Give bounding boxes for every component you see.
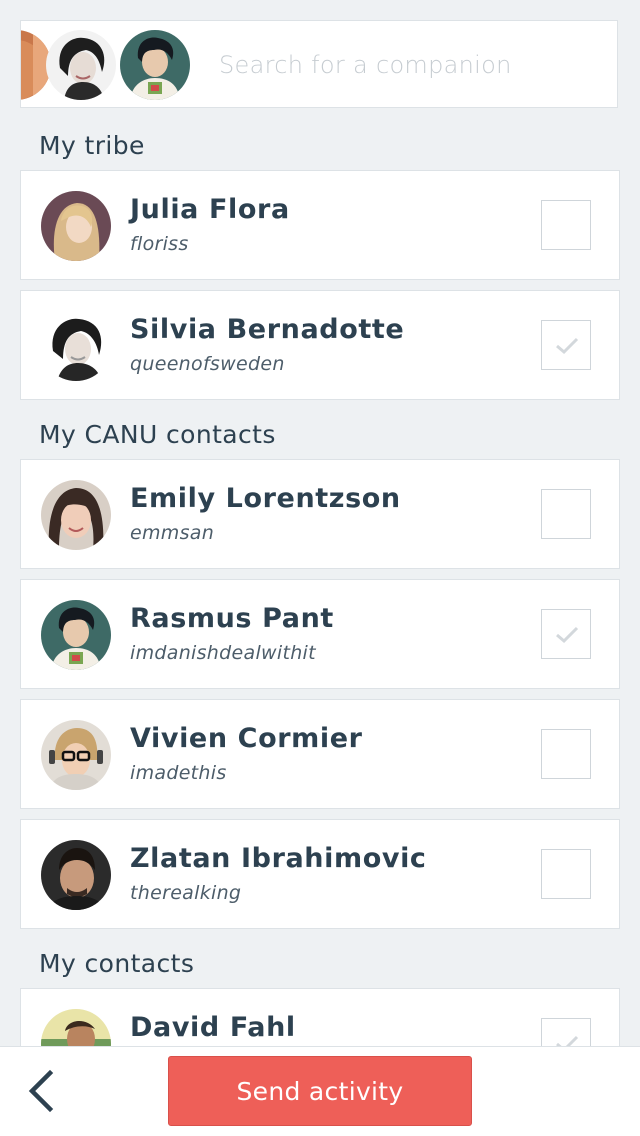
bottom-action-bar: Send activity [0,1046,640,1136]
contact-name: Zlatan Ibrahimovic [130,843,427,874]
contact-card[interactable]: Zlatan Ibrahimovic therealking [20,819,620,929]
chevron-left-icon [28,1069,54,1113]
checkmark-icon [556,337,579,355]
section-title-my-tribe: My tribe [39,131,145,160]
section-title-my-canu-contacts: My CANU contacts [39,420,276,449]
avatar [41,840,111,910]
section-title-my-contacts: My contacts [39,949,195,978]
contact-card[interactable]: Rasmus Pant imdanishdealwithit [20,579,620,689]
select-checkbox[interactable] [541,849,591,899]
select-checkbox[interactable] [541,320,591,370]
avatar [41,480,111,550]
select-checkbox[interactable] [541,609,591,659]
back-button[interactable] [22,1069,66,1113]
contact-card[interactable]: Silvia Bernadotte queenofsweden [20,290,620,400]
companion-search-bar[interactable]: Search for a companion [20,20,618,108]
contact-handle: therealking [130,882,242,904]
search-input[interactable]: Search for a companion [219,51,512,79]
select-checkbox[interactable] [541,200,591,250]
selected-companion-avatar[interactable] [120,30,190,100]
contact-name: Emily Lorentzson [130,483,401,514]
contact-name: David Fahl [130,1012,296,1043]
contact-handle: imadethis [130,762,227,784]
avatar [41,191,111,261]
contact-handle: floriss [130,233,189,255]
checkmark-icon [556,626,579,644]
contact-card[interactable]: Vivien Cormier imadethis [20,699,620,809]
avatar [41,720,111,790]
selected-companion-avatar[interactable] [46,30,116,100]
contact-name: Silvia Bernadotte [130,314,405,345]
select-checkbox[interactable] [541,489,591,539]
contact-handle: emmsan [130,522,215,544]
contact-name: Vivien Cormier [130,723,363,754]
contact-card[interactable]: Julia Flora floriss [20,170,620,280]
contact-handle: imdanishdealwithit [130,642,316,664]
contact-name: Rasmus Pant [130,603,334,634]
contact-handle: queenofsweden [130,353,285,375]
select-checkbox[interactable] [541,729,591,779]
avatar [41,311,111,381]
contact-card[interactable]: Emily Lorentzson emmsan [20,459,620,569]
contact-name: Julia Flora [130,194,290,225]
avatar [41,600,111,670]
send-activity-button[interactable]: Send activity [168,1056,472,1126]
